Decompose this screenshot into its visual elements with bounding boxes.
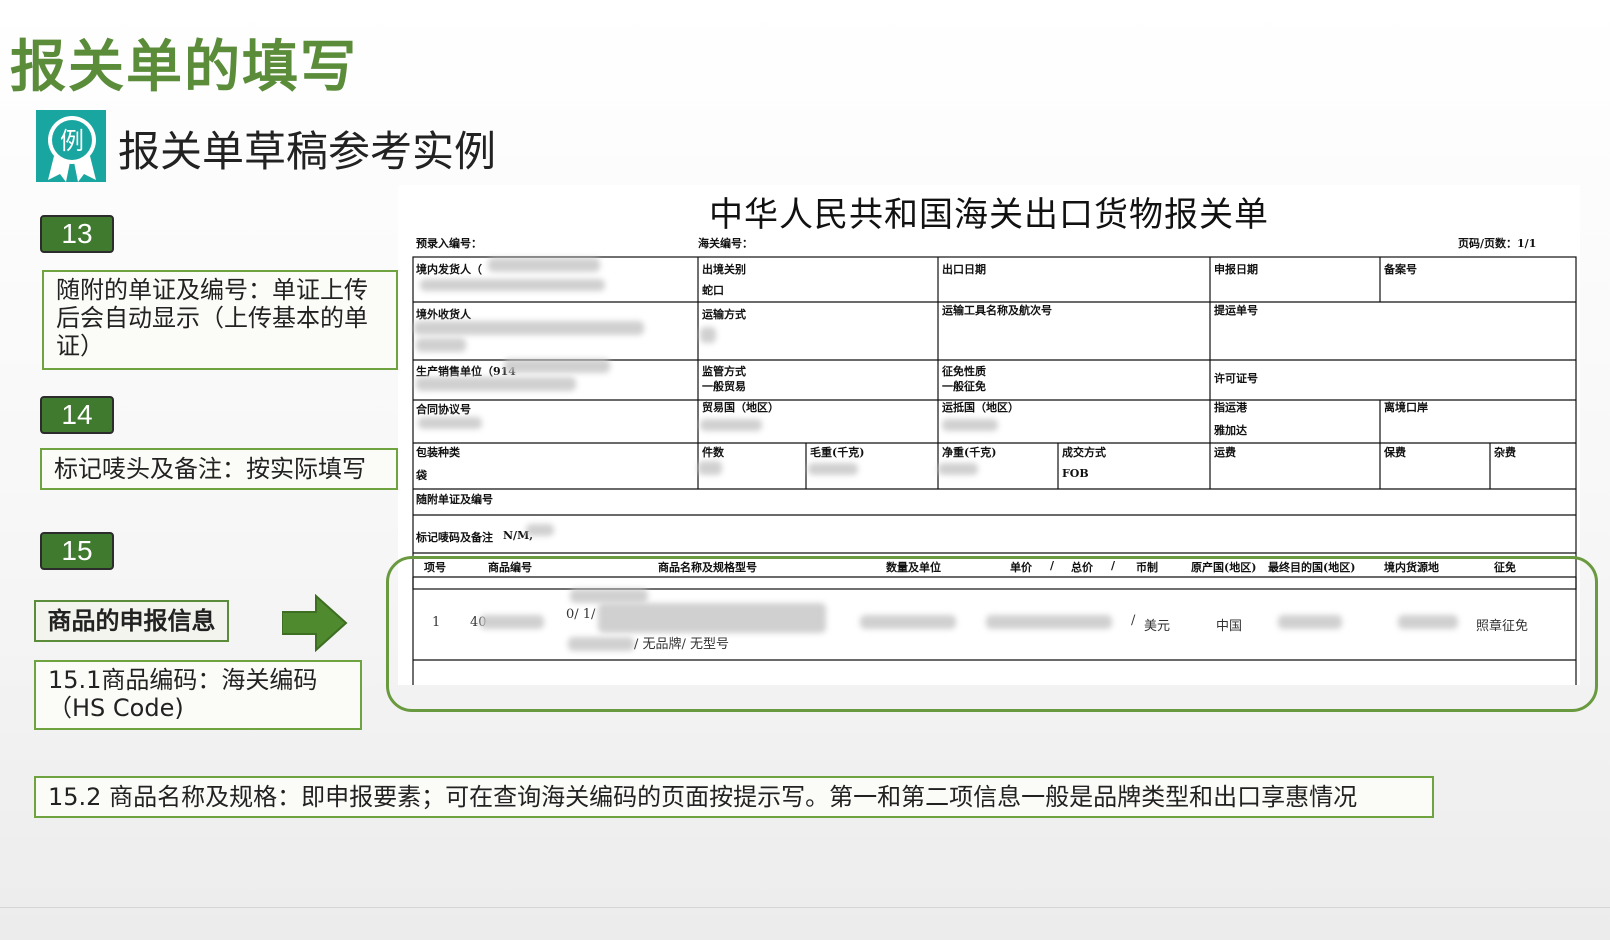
product-info-label: 商品的申报信息 [34,600,229,642]
package-type-label: 包装种类 [416,446,460,459]
goods-highlight-outline [386,556,1598,712]
freight-label: 运费 [1214,446,1236,459]
net-weight-label: 净重(千克) [942,446,997,459]
redacted-block [700,327,716,343]
redacted-block [418,417,482,429]
transport-mode-label: 运输方式 [702,308,746,321]
step-badge-15: 15 [40,532,114,570]
customs-no-label: 海关编号： [698,237,753,250]
exemption-label: 征免性质 [942,365,986,378]
note-14: 标记唛头及备注：按实际填写 [40,448,398,490]
domestic-consignor-label: 境内发货人（ [416,263,482,276]
bill-no-label: 提运单号 [1214,304,1258,317]
redacted-block [942,419,998,431]
supervision-mode-value: 一般贸易 [702,380,746,393]
declare-date-label: 申报日期 [1214,263,1258,276]
transport-name-label: 运输工具名称及航次号 [942,304,1052,317]
svg-text:例: 例 [60,127,84,155]
port-label: 指运港 [1214,401,1247,414]
filing-no-label: 备案号 [1384,263,1417,276]
gross-weight-label: 毛重(千克) [810,446,865,459]
page-count: 页码/页数：1/1 [1458,237,1537,250]
redacted-block [488,258,600,272]
export-date-label: 出口日期 [942,263,986,276]
exit-port-label: 离境口岸 [1384,401,1428,414]
section-subtitle: 报关单草稿参考实例 [118,127,497,176]
package-type-value: 袋 [416,469,427,482]
redacted-block [700,419,762,431]
contract-no-label: 合同协议号 [416,403,471,416]
port-value: 雅加达 [1214,424,1247,437]
redacted-block [416,338,466,352]
exit-customs-label: 出境关别 [702,263,746,276]
divider [0,907,1610,908]
insurance-label: 保费 [1384,446,1406,459]
supervision-mode-label: 监管方式 [702,365,746,378]
pre-entry-no-label: 预录入编号： [416,237,482,250]
exit-customs-value: 蛇口 [702,284,724,297]
overseas-consignee-label: 境外收货人 [416,308,471,321]
redacted-block [414,321,644,335]
example-ribbon-icon: 例 [36,110,106,182]
pieces-label: 件数 [702,446,724,459]
note-15-1: 15.1商品编码：海关编码（HS Code) [34,660,362,730]
redacted-block [698,461,722,475]
redacted-block [526,524,554,536]
step-badge-13: 13 [40,215,114,253]
license-no-label: 许可证号 [1214,372,1258,385]
redacted-block [938,463,978,475]
attached-docs-label: 随附单证及编号 [416,493,493,506]
note-15-2: 15.2 商品名称及规格：即申报要素；可在查询海关编码的页面按提示写。第一和第二… [34,776,1434,818]
trade-country-label: 贸易国（地区） [702,401,779,414]
redacted-block [808,463,858,475]
redacted-block [416,377,576,391]
destination-country-label: 运抵国（地区） [942,401,1019,414]
note-13: 随附的单证及编号：单证上传后会自动显示（上传基本的单证） [42,270,398,370]
misc-fee-label: 杂费 [1494,446,1516,459]
page-title: 报关单的填写 [10,35,358,100]
marks-label: 标记唛码及备注 [416,531,493,544]
redacted-block [504,359,610,373]
exemption-value: 一般征免 [942,380,986,393]
arrow-right-icon [282,594,348,652]
redacted-block [420,279,605,291]
step-badge-14: 14 [40,396,114,434]
transaction-mode-value: FOB [1062,467,1089,480]
transaction-mode-label: 成交方式 [1062,446,1106,459]
